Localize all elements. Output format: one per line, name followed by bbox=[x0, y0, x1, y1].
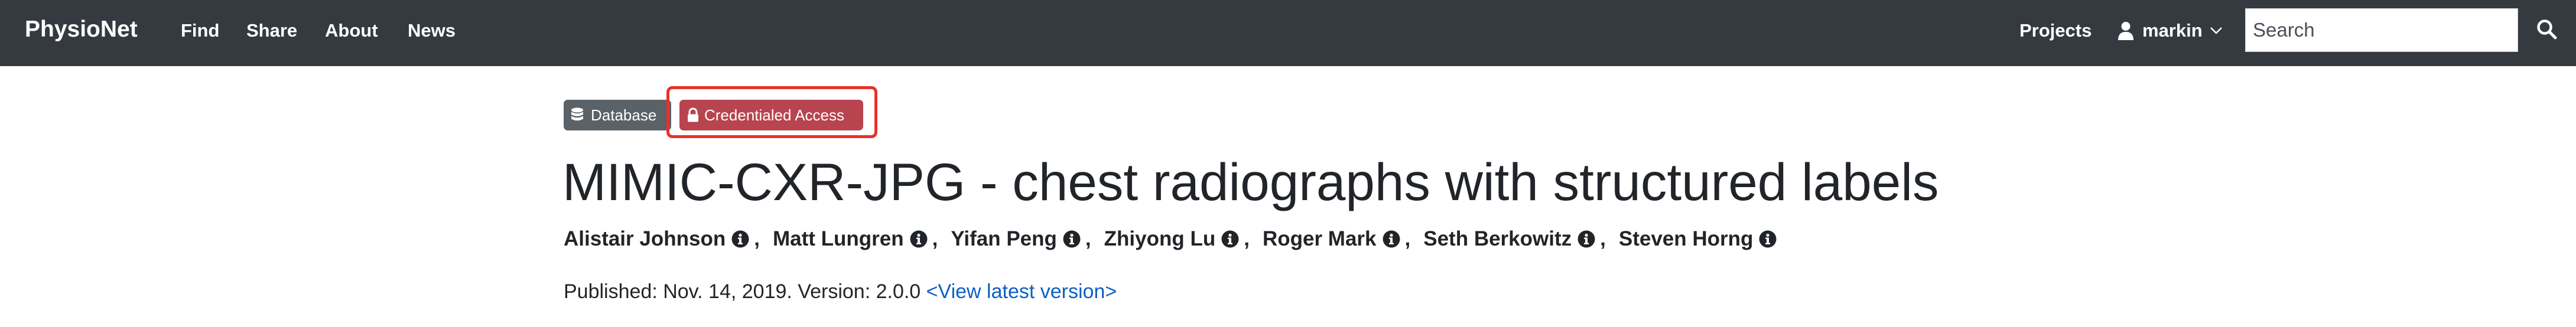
nav-link-share[interactable]: Share bbox=[246, 0, 297, 61]
database-badge: Database bbox=[564, 100, 671, 130]
nav-link-news[interactable]: News bbox=[408, 0, 456, 61]
nav-link-projects[interactable]: Projects bbox=[2019, 0, 2092, 61]
info-circle-icon[interactable] bbox=[1063, 230, 1081, 248]
author-separator: , bbox=[754, 227, 760, 250]
search-button[interactable] bbox=[2518, 8, 2576, 52]
database-badge-label: Database bbox=[591, 106, 657, 124]
nav-link-about[interactable]: About bbox=[325, 0, 378, 61]
author-name: Zhiyong Lu bbox=[1104, 227, 1216, 250]
publication-info: Published: Nov. 14, 2019. Version: 2.0.0… bbox=[564, 275, 1117, 308]
author-item[interactable]: Alistair Johnson bbox=[564, 227, 749, 251]
top-navbar: PhysioNet Find Share About News Projects… bbox=[0, 0, 2576, 66]
author-item[interactable]: Yifan Peng bbox=[951, 227, 1081, 251]
user-name-label: markin bbox=[2142, 20, 2203, 41]
author-separator: , bbox=[1600, 227, 1606, 250]
search-icon bbox=[2536, 19, 2558, 42]
info-circle-icon[interactable] bbox=[731, 230, 749, 248]
author-item[interactable]: Seth Berkowitz bbox=[1423, 227, 1595, 251]
author-name: Seth Berkowitz bbox=[1423, 227, 1572, 250]
author-separator: , bbox=[1244, 227, 1250, 250]
author-separator: , bbox=[932, 227, 938, 250]
info-circle-icon[interactable] bbox=[910, 230, 928, 248]
author-separator: , bbox=[1404, 227, 1411, 250]
database-icon bbox=[571, 107, 584, 123]
chevron-down-icon bbox=[2210, 27, 2223, 35]
search-input[interactable] bbox=[2245, 8, 2518, 52]
published-date-version: Published: Nov. 14, 2019. Version: 2.0.0 bbox=[564, 280, 921, 303]
info-circle-icon[interactable] bbox=[1578, 230, 1595, 248]
author-separator: , bbox=[1085, 227, 1091, 250]
info-circle-icon[interactable] bbox=[1383, 230, 1400, 248]
author-list: Alistair Johnson , Matt Lungren , Yifan … bbox=[564, 221, 1777, 257]
author-name: Alistair Johnson bbox=[564, 227, 726, 250]
author-name: Steven Horng bbox=[1618, 227, 1754, 250]
info-circle-icon[interactable] bbox=[1221, 230, 1239, 248]
view-latest-version-link[interactable]: <View latest version> bbox=[926, 280, 1117, 303]
project-title: MIMIC-CXR-JPG - chest radiographs with s… bbox=[562, 152, 1939, 211]
author-item[interactable]: Roger Mark bbox=[1263, 227, 1400, 251]
author-item[interactable]: Zhiyong Lu bbox=[1104, 227, 1240, 251]
author-name: Yifan Peng bbox=[951, 227, 1057, 250]
nav-link-find[interactable]: Find bbox=[181, 0, 219, 61]
author-item[interactable]: Steven Horng bbox=[1619, 227, 1777, 251]
author-name: Roger Mark bbox=[1262, 227, 1377, 250]
user-menu-dropdown[interactable]: markin bbox=[2118, 0, 2223, 61]
info-circle-icon[interactable] bbox=[1759, 230, 1777, 248]
author-name: Matt Lungren bbox=[772, 227, 904, 250]
author-item[interactable]: Matt Lungren bbox=[773, 227, 928, 251]
highlight-annotation-box bbox=[666, 86, 877, 138]
user-icon bbox=[2118, 21, 2134, 40]
brand-logo-link[interactable]: PhysioNet bbox=[25, 0, 138, 59]
